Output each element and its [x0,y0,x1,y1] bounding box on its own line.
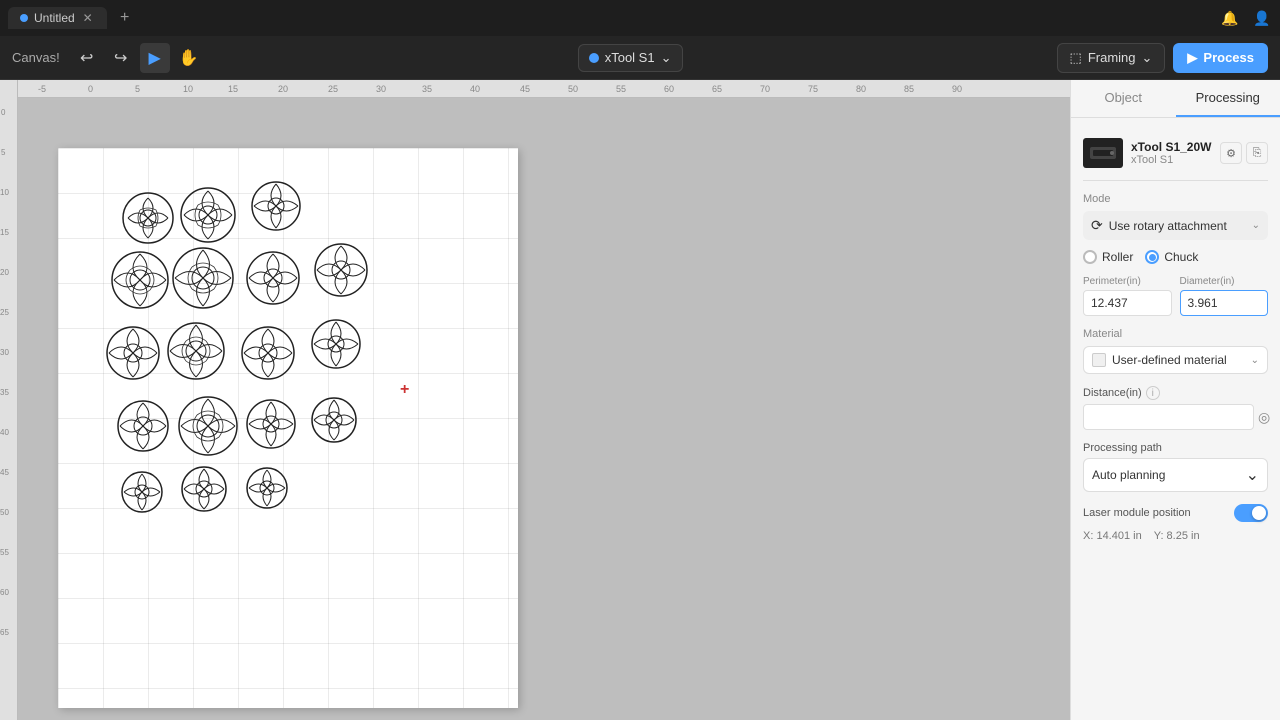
canvas-label: Canvas! [12,50,60,65]
mode-selector[interactable]: ⟳ Use rotary attachment ⌄ [1083,211,1268,240]
coord-x: X: 14.401 in [1083,530,1142,542]
device-name: xTool S1 [605,50,655,65]
perimeter-label: Perimeter(in) [1083,276,1172,287]
device-image [1088,143,1118,163]
canvas-paper[interactable]: + [58,148,518,708]
mode-section-label: Mode [1083,193,1268,205]
device-selector[interactable]: xTool S1 ⌄ [578,44,683,72]
tab-processing[interactable]: Processing [1176,80,1280,117]
device-name-label: xTool S1_20W [1131,140,1211,154]
chuck-radio-inner [1149,254,1156,261]
toolbar-center: xTool S1 ⌄ [578,44,683,72]
add-tab-button[interactable]: + [115,8,135,28]
material-chevron-icon: ⌄ [1251,355,1259,366]
processing-path-label: Processing path [1083,442,1268,454]
roller-option[interactable]: Roller [1083,250,1133,264]
laser-module-toggle[interactable] [1234,504,1268,522]
coord-y: Y: 8.25 in [1154,530,1200,542]
user-icon[interactable]: 👤 [1252,8,1272,28]
device-chevron-icon: ⌄ [661,50,672,66]
processing-path-selector[interactable]: Auto planning ⌄ [1083,458,1268,492]
toolbar-right: ⬚ Framing ⌄ ▶ Process [1057,43,1268,73]
device-status-dot [589,53,599,63]
crosshair: + [400,381,416,397]
undo-button[interactable]: ↩ [72,43,102,73]
toolbar: Canvas! ↩ ↪ ▶ ✋ xTool S1 ⌄ ⬚ Framing ⌄ ▶… [0,36,1280,80]
notification-icon[interactable]: 🔔 [1220,8,1240,28]
chuck-label: Chuck [1164,250,1198,264]
title-bar: Untitled ✕ + 🔔 👤 [0,0,1280,36]
process-label: Process [1203,50,1254,65]
coordinates-display: X: 14.401 in Y: 8.25 in [1083,530,1268,542]
ruler-horizontal: -5 0 5 10 15 20 25 30 35 40 45 50 55 60 … [0,80,1070,98]
processing-path-row: Processing path Auto planning ⌄ [1083,442,1268,492]
ruler-vertical: 0 5 10 15 20 25 30 35 40 45 50 55 60 65 [0,80,18,720]
distance-input[interactable] [1083,404,1254,430]
active-tab[interactable]: Untitled ✕ [8,7,107,29]
main-content: -5 0 5 10 15 20 25 30 35 40 45 50 55 60 … [0,80,1280,720]
chuck-radio[interactable] [1145,250,1159,264]
tab-dot [20,14,28,22]
distance-info-icon[interactable]: i [1146,386,1160,400]
material-text: User-defined material [1112,353,1245,367]
device-copy-button[interactable]: ⎘ [1246,142,1268,164]
material-section-label: Material [1083,328,1268,340]
device-text: xTool S1_20W xTool S1 [1131,140,1211,166]
process-icon: ▶ [1187,50,1197,66]
framing-chevron-icon: ⌄ [1142,50,1153,66]
right-panel: Object Processing xTool S1_20W xTool S1 [1070,80,1280,720]
redo-button[interactable]: ↪ [106,43,136,73]
chuck-option[interactable]: Chuck [1145,250,1198,264]
panel-tabs: Object Processing [1071,80,1280,118]
material-selector[interactable]: User-defined material ⌄ [1083,346,1268,374]
play-button[interactable]: ▶ [140,43,170,73]
framing-button[interactable]: ⬚ Framing ⌄ [1057,43,1166,73]
distance-row: Distance(in) i ◎ [1083,386,1268,430]
rotary-type-group: Roller Chuck [1083,250,1268,264]
diameter-label: Diameter(in) [1180,276,1269,287]
title-bar-actions: 🔔 👤 [1220,8,1272,28]
laser-module-row: Laser module position [1083,504,1268,522]
tab-close-button[interactable]: ✕ [81,11,95,25]
toolbar-left: Canvas! ↩ ↪ ▶ ✋ [12,43,204,73]
rotary-icon: ⟳ [1091,217,1103,234]
canvas-content: + [18,98,1070,720]
roller-radio[interactable] [1083,250,1097,264]
canvas-area[interactable]: -5 0 5 10 15 20 25 30 35 40 45 50 55 60 … [0,80,1070,720]
perimeter-input[interactable] [1083,290,1172,316]
device-thumbnail [1083,138,1123,168]
framing-icon: ⬚ [1070,50,1082,66]
aim-icon[interactable]: ◎ [1258,406,1270,428]
panel-content: xTool S1_20W xTool S1 ⚙ ⎘ Mode ⟳ Use rot… [1071,118,1280,720]
process-button[interactable]: ▶ Process [1173,43,1268,73]
perimeter-group: Perimeter(in) [1083,276,1172,316]
mode-text: Use rotary attachment [1109,219,1246,233]
processing-path-chevron-icon: ⌄ [1246,465,1259,485]
device-sub-label: xTool S1 [1131,154,1211,166]
processing-path-value: Auto planning [1092,468,1240,482]
diameter-group: Diameter(in) [1180,276,1269,316]
device-info: xTool S1_20W xTool S1 ⚙ ⎘ [1083,130,1268,181]
roses-artwork [88,168,428,538]
tab-title: Untitled [34,11,75,25]
framing-label: Framing [1088,50,1136,65]
tab-object[interactable]: Object [1071,80,1176,117]
device-action-icons: ⚙ ⎘ [1220,142,1268,164]
toggle-thumb [1252,506,1266,520]
roller-label: Roller [1102,250,1133,264]
material-swatch [1092,353,1106,367]
hand-tool-button[interactable]: ✋ [174,43,204,73]
diameter-input[interactable] [1180,290,1269,316]
device-settings-button[interactable]: ⚙ [1220,142,1242,164]
mode-chevron-icon: ⌄ [1252,220,1260,231]
distance-label: Distance(in) [1083,387,1142,399]
dimensions-row: Perimeter(in) Diameter(in) [1083,276,1268,316]
laser-module-label: Laser module position [1083,507,1234,519]
